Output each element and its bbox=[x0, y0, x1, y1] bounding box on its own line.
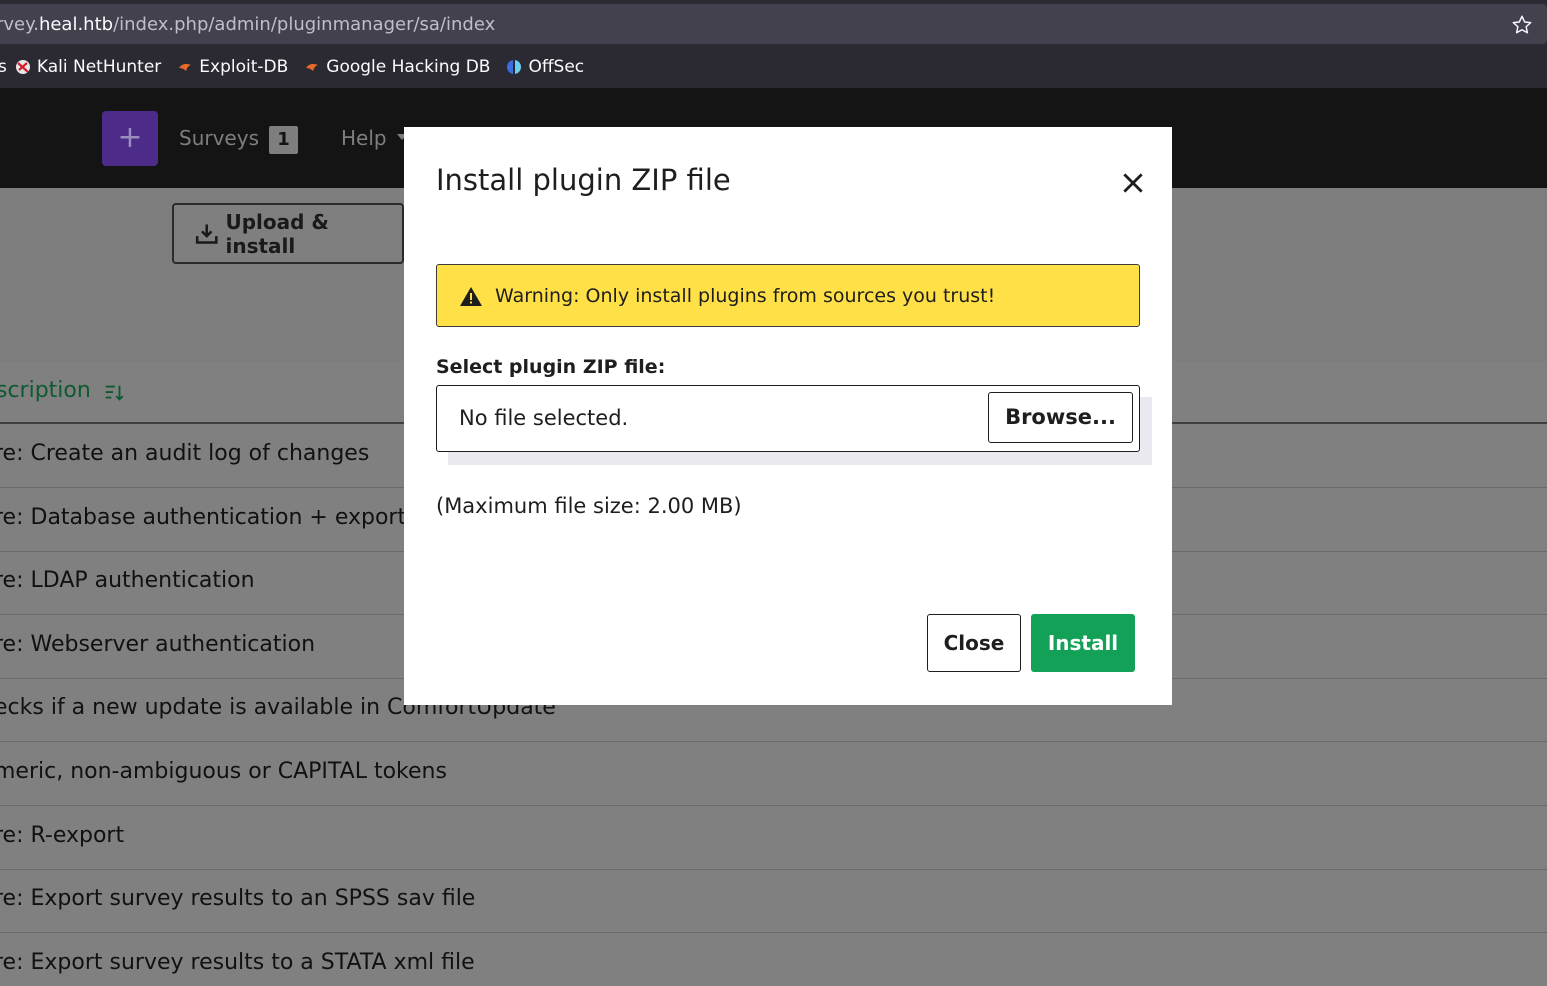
download-icon bbox=[195, 223, 218, 244]
max-file-size-note: (Maximum file size: 2.00 MB) bbox=[436, 494, 742, 518]
bookmark-kali-nethunter[interactable]: Kali NetHunter bbox=[15, 57, 161, 77]
nav-surveys[interactable]: Surveys bbox=[179, 126, 259, 150]
bookmark-star-icon[interactable] bbox=[1511, 14, 1533, 36]
warning-icon bbox=[460, 286, 482, 306]
browser-url-bar: rvey.heal.htb/index.php/admin/pluginmana… bbox=[0, 0, 1547, 46]
close-button[interactable]: Close bbox=[927, 614, 1021, 672]
ghdb-icon bbox=[306, 64, 319, 71]
nethunter-icon bbox=[15, 60, 30, 74]
file-status-text: No file selected. bbox=[459, 406, 629, 430]
bookmark-item[interactable]: s bbox=[0, 57, 7, 77]
nav-help[interactable]: Help bbox=[341, 126, 387, 150]
upload-install-label: Upload & install bbox=[225, 209, 329, 258]
bookmark-exploit-db[interactable]: Exploit-DB bbox=[177, 57, 288, 77]
address-field[interactable]: rvey.heal.htb/index.php/admin/pluginmana… bbox=[0, 4, 1547, 44]
table-row[interactable]: re: R-export bbox=[0, 806, 1547, 870]
column-header-description[interactable]: scription bbox=[0, 378, 91, 403]
bookmark-offsec[interactable]: OffSec bbox=[506, 57, 584, 77]
close-icon[interactable] bbox=[1120, 170, 1146, 196]
offsec-icon bbox=[507, 60, 522, 74]
install-plugin-modal: Install plugin ZIP file Warning: Only in… bbox=[404, 127, 1172, 705]
url-text[interactable]: rvey.heal.htb/index.php/admin/pluginmana… bbox=[0, 14, 495, 35]
upload-install-button[interactable]: Upload & install bbox=[172, 203, 404, 264]
bookmarks-toolbar: s Kali NetHunter Exploit-DB Google Hacki… bbox=[0, 46, 1547, 88]
sort-icon[interactable] bbox=[103, 382, 125, 404]
table-row[interactable]: meric, non-ambiguous or CAPITAL tokens bbox=[0, 742, 1547, 806]
select-file-label: Select plugin ZIP file: bbox=[436, 356, 666, 378]
table-row[interactable]: re: Export survey results to an SPSS sav… bbox=[0, 869, 1547, 933]
file-input[interactable]: No file selected. Browse... bbox=[436, 385, 1140, 452]
table-row[interactable]: re: Export survey results to a STATA xml… bbox=[0, 933, 1547, 986]
warning-alert: Warning: Only install plugins from sourc… bbox=[436, 264, 1140, 327]
warning-text: Warning: Only install plugins from sourc… bbox=[495, 284, 996, 307]
install-button[interactable]: Install bbox=[1031, 614, 1135, 672]
create-survey-button[interactable]: + bbox=[102, 111, 158, 166]
exploitdb-icon bbox=[179, 64, 192, 71]
bookmark-ghdb[interactable]: Google Hacking DB bbox=[304, 57, 490, 77]
browse-button[interactable]: Browse... bbox=[988, 392, 1133, 443]
modal-title: Install plugin ZIP file bbox=[436, 163, 731, 197]
surveys-count-badge: 1 bbox=[269, 126, 298, 154]
